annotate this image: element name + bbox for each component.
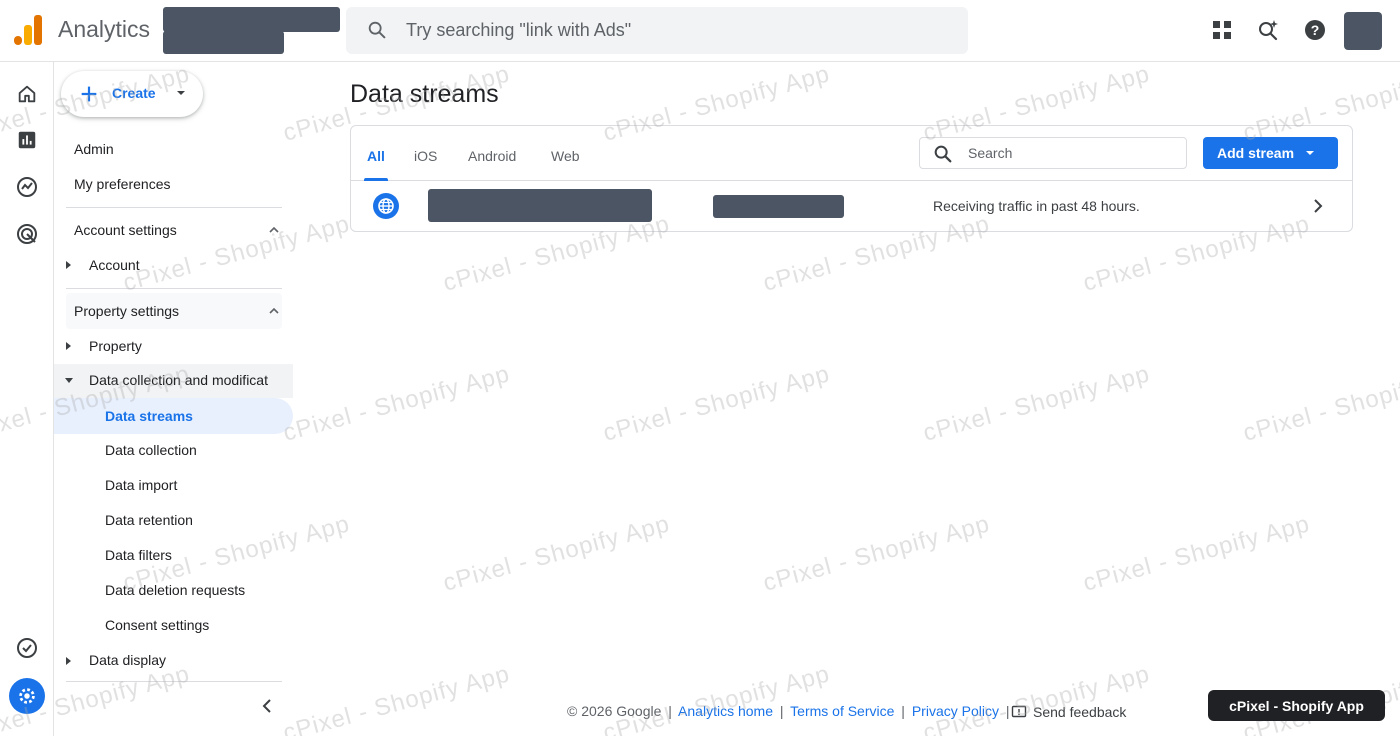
expand-arrow-icon[interactable] bbox=[66, 657, 71, 665]
account-avatar-redacted[interactable] bbox=[1344, 12, 1382, 50]
global-search[interactable] bbox=[346, 7, 968, 54]
account-settings-label: Account settings bbox=[74, 222, 177, 238]
stream-search-input[interactable] bbox=[968, 138, 1178, 168]
top-app-bar: Analytics ? bbox=[0, 0, 1400, 62]
explore-icon[interactable] bbox=[14, 174, 40, 200]
nav-property[interactable]: Property bbox=[89, 338, 142, 354]
logo-bar-2 bbox=[24, 25, 32, 45]
footer-separator: | bbox=[779, 703, 784, 719]
nav-data-collection[interactable]: Data collection bbox=[105, 442, 197, 458]
expand-arrow-icon[interactable] bbox=[66, 342, 71, 350]
stream-name-redacted bbox=[428, 189, 652, 222]
watermark-text: cPixel - Shopify App bbox=[1240, 360, 1400, 447]
watermark-text: cPixel - Shopify App bbox=[920, 360, 1153, 447]
nav-data-deletion-requests[interactable]: Data deletion requests bbox=[105, 582, 245, 598]
account-picker-redacted[interactable] bbox=[163, 7, 340, 32]
property-picker-redacted[interactable] bbox=[163, 31, 284, 54]
analytics-logo[interactable] bbox=[14, 15, 42, 45]
privacy-policy-link[interactable]: Privacy Policy bbox=[912, 703, 999, 719]
chevron-up-icon bbox=[269, 226, 279, 233]
property-settings-label: Property settings bbox=[74, 303, 180, 319]
help-icon[interactable]: ? bbox=[1301, 16, 1329, 44]
send-feedback-button[interactable]: Send feedback bbox=[1011, 702, 1126, 722]
nav-data-collection-modification[interactable]: Data collection and modificat bbox=[89, 372, 289, 388]
search-input[interactable] bbox=[406, 7, 946, 54]
create-label: Create bbox=[112, 85, 156, 101]
terms-of-service-link[interactable]: Terms of Service bbox=[790, 703, 894, 719]
nav-divider bbox=[66, 207, 282, 208]
svg-text:?: ? bbox=[1311, 22, 1320, 38]
watermark-text: cPixel - Shopify App bbox=[280, 360, 513, 447]
page-title: Data streams bbox=[350, 80, 499, 108]
stream-status: Receiving traffic in past 48 hours. bbox=[933, 198, 1140, 214]
collapse-arrow-icon[interactable] bbox=[65, 378, 73, 383]
create-button[interactable]: Create bbox=[61, 71, 203, 117]
data-streams-card: All iOS Android Web Add stream Receiving… bbox=[350, 125, 1353, 232]
advertising-icon[interactable] bbox=[14, 221, 40, 247]
search-icon bbox=[368, 21, 386, 39]
reports-icon[interactable] bbox=[14, 127, 40, 153]
add-stream-button[interactable]: Add stream bbox=[1203, 137, 1338, 169]
logo-bar-1 bbox=[14, 36, 22, 45]
app-title: Analytics bbox=[58, 16, 151, 42]
chevron-right-icon[interactable] bbox=[1309, 197, 1327, 215]
stream-row[interactable]: Receiving traffic in past 48 hours. bbox=[351, 181, 1352, 232]
admin-gear-icon[interactable] bbox=[9, 678, 45, 714]
add-stream-label: Add stream bbox=[1217, 145, 1295, 161]
nav-divider bbox=[66, 681, 282, 682]
expand-arrow-icon[interactable] bbox=[66, 261, 71, 269]
nav-data-retention[interactable]: Data retention bbox=[105, 512, 193, 528]
stream-search[interactable] bbox=[919, 137, 1187, 169]
tab-android[interactable]: Android bbox=[468, 148, 516, 164]
nav-data-import[interactable]: Data import bbox=[105, 477, 177, 493]
nav-divider bbox=[66, 288, 282, 289]
nav-data-display[interactable]: Data display bbox=[89, 652, 166, 668]
tab-web[interactable]: Web bbox=[551, 148, 580, 164]
tab-ios[interactable]: iOS bbox=[414, 148, 437, 164]
left-rail bbox=[0, 62, 54, 736]
account-settings-section[interactable]: Account settings bbox=[66, 212, 282, 248]
apps-grid-icon[interactable] bbox=[1208, 16, 1236, 44]
send-feedback-label: Send feedback bbox=[1033, 704, 1127, 720]
watermark-text: cPixel - Shopify App bbox=[600, 660, 833, 736]
property-settings-section[interactable]: Property settings bbox=[66, 293, 282, 329]
footer-separator: | bbox=[668, 703, 672, 719]
analytics-home-link[interactable]: Analytics home bbox=[678, 703, 773, 719]
watermark-text: cPixel - Shopify App bbox=[920, 660, 1153, 736]
copyright-text: © 2026 Google bbox=[567, 703, 662, 719]
chevron-left-icon[interactable] bbox=[258, 696, 278, 716]
home-icon[interactable] bbox=[14, 81, 40, 107]
watermark-text: cPixel - Shopify App bbox=[440, 510, 673, 597]
stream-id-redacted bbox=[713, 195, 844, 218]
chevron-up-icon bbox=[269, 307, 279, 314]
footer-separator: | bbox=[901, 703, 905, 719]
plus-icon bbox=[81, 86, 97, 102]
watermark-text: cPixel - Shopify App bbox=[760, 510, 993, 597]
watermark-text: cPixel - Shopify App bbox=[280, 660, 513, 736]
nav-data-filters[interactable]: Data filters bbox=[105, 547, 172, 563]
nav-admin[interactable]: Admin bbox=[74, 141, 114, 157]
tab-all[interactable]: All bbox=[367, 148, 385, 164]
nav-data-streams[interactable]: Data streams bbox=[54, 398, 293, 434]
caret-down-icon bbox=[177, 91, 185, 95]
nav-consent-settings[interactable]: Consent settings bbox=[105, 617, 209, 633]
nav-data-streams-label: Data streams bbox=[105, 408, 193, 424]
cpixel-badge[interactable]: cPixel - Shopify App bbox=[1208, 690, 1385, 721]
footer-separator: | bbox=[1005, 703, 1010, 719]
search-insights-icon[interactable] bbox=[1254, 16, 1282, 44]
watermark-text: cPixel - Shopify App bbox=[1080, 510, 1313, 597]
logo-bar-3 bbox=[34, 15, 42, 45]
feedback-icon bbox=[1011, 705, 1027, 718]
web-globe-icon bbox=[373, 193, 399, 219]
footer: © 2026 Google | Analytics home | Terms o… bbox=[567, 703, 1013, 719]
search-icon bbox=[934, 145, 952, 163]
caret-down-icon bbox=[1306, 151, 1314, 155]
nav-account[interactable]: Account bbox=[89, 257, 140, 273]
insights-icon[interactable] bbox=[14, 635, 40, 661]
nav-my-preferences[interactable]: My preferences bbox=[74, 176, 170, 192]
watermark-text: cPixel - Shopify App bbox=[600, 360, 833, 447]
admin-nav: Create Admin My preferences Account sett… bbox=[54, 62, 300, 736]
